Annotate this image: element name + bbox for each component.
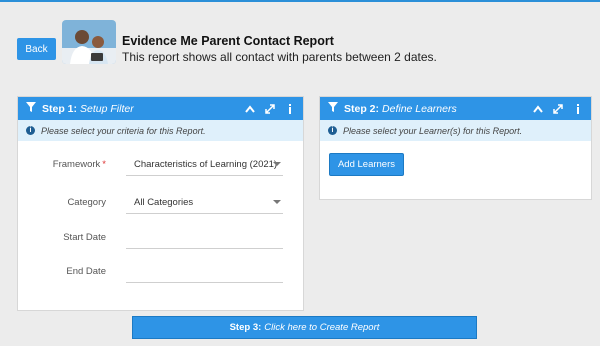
page-subtitle: This report shows all contact with paren… bbox=[122, 50, 437, 64]
add-learners-button[interactable]: Add Learners bbox=[329, 153, 404, 176]
define-learners-panel-header: Step 2: Define Learners bbox=[320, 97, 591, 120]
page-title: Evidence Me Parent Contact Report bbox=[122, 34, 334, 48]
start-date-row: Start Date bbox=[18, 223, 301, 249]
define-learners-info-bar: i Please select your Learner(s) for this… bbox=[320, 120, 591, 141]
start-date-input[interactable] bbox=[126, 223, 283, 249]
step2-name: Define Learners bbox=[382, 102, 457, 115]
define-learners-panel: Step 2: Define Learners i Please select … bbox=[319, 96, 592, 200]
back-button[interactable]: Back bbox=[17, 38, 56, 60]
end-date-row: End Date bbox=[18, 257, 301, 283]
expand-icon[interactable] bbox=[553, 103, 563, 114]
required-marker: * bbox=[102, 159, 106, 170]
chevron-up-icon[interactable] bbox=[533, 104, 543, 114]
framework-label: Framework * bbox=[52, 159, 106, 170]
setup-filter-panel: Step 1: Setup Filter i Please select you… bbox=[17, 96, 304, 311]
filter-icon bbox=[328, 102, 338, 115]
step3-number: Step 3: bbox=[229, 322, 262, 333]
step1-name: Setup Filter bbox=[80, 102, 134, 115]
chevron-up-icon[interactable] bbox=[245, 104, 255, 114]
info-circle-icon: i bbox=[328, 126, 337, 135]
define-learners-info-text: Please select your Learner(s) for this R… bbox=[343, 125, 523, 136]
category-row: Category All Categories bbox=[18, 188, 301, 214]
chevron-down-icon[interactable] bbox=[273, 162, 281, 166]
setup-filter-info-bar: i Please select your criteria for this R… bbox=[18, 120, 303, 141]
start-date-label: Start Date bbox=[63, 232, 106, 243]
category-select[interactable]: All Categories bbox=[126, 188, 283, 214]
step2-number: Step 2: bbox=[344, 102, 380, 115]
filter-icon bbox=[26, 102, 36, 115]
report-thumbnail-image bbox=[62, 20, 116, 64]
setup-filter-info-text: Please select your criteria for this Rep… bbox=[41, 125, 206, 136]
create-report-button[interactable]: Step 3: Click here to Create Report bbox=[132, 316, 477, 339]
info-icon[interactable] bbox=[285, 103, 295, 114]
step3-name: Click here to Create Report bbox=[264, 322, 380, 333]
category-label: Category bbox=[67, 197, 106, 208]
framework-row: Framework * Characteristics of Learning (… bbox=[18, 150, 301, 176]
chevron-down-icon[interactable] bbox=[273, 200, 281, 204]
info-icon[interactable] bbox=[573, 103, 583, 114]
top-accent-line bbox=[0, 0, 600, 2]
setup-filter-panel-header: Step 1: Setup Filter bbox=[18, 97, 303, 120]
framework-select[interactable]: Characteristics of Learning (2021) bbox=[126, 150, 283, 176]
info-circle-icon: i bbox=[26, 126, 35, 135]
end-date-label: End Date bbox=[66, 266, 106, 277]
end-date-input[interactable] bbox=[126, 257, 283, 283]
step1-number: Step 1: bbox=[42, 102, 78, 115]
expand-icon[interactable] bbox=[265, 103, 275, 114]
